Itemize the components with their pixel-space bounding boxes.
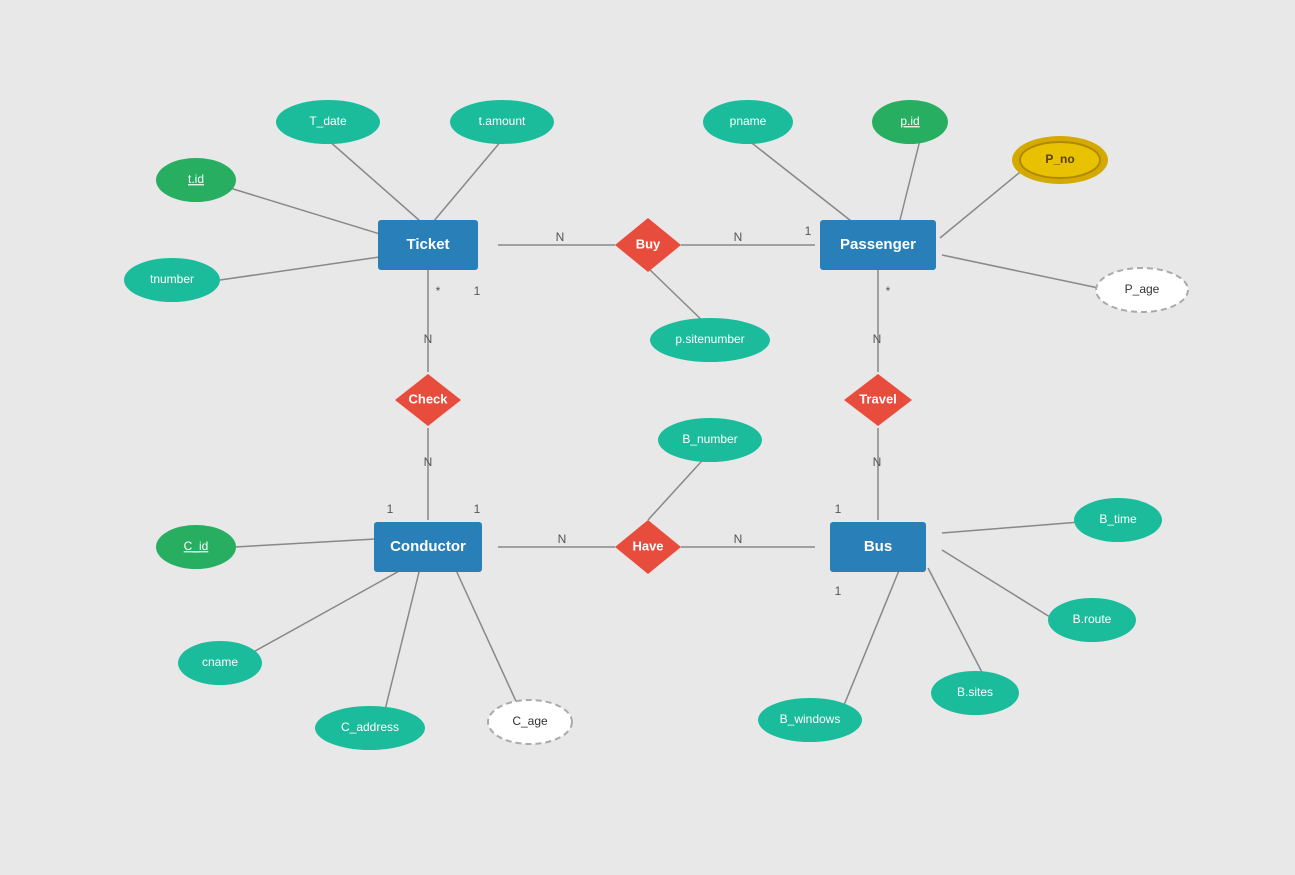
card-conductor-have-n: N	[558, 532, 567, 546]
card-have-bus-n: N	[734, 532, 743, 546]
attr-b-time-label: B_time	[1099, 512, 1137, 526]
entity-bus-label: Bus	[864, 538, 892, 555]
relation-buy-label: Buy	[636, 236, 661, 251]
card-travel-bus-n: N	[873, 455, 882, 469]
attr-cname-label: cname	[202, 655, 238, 669]
card-ticket-check-1: 1	[474, 284, 481, 298]
card-check-ticket-n: N	[424, 332, 433, 346]
card-passenger-buy-1: 1	[805, 224, 812, 238]
attr-p-sitenumber-label: p.sitenumber	[675, 332, 744, 346]
card-ticket-star: *	[436, 284, 441, 298]
attr-pname-label: pname	[730, 114, 767, 128]
card-travel-passenger-n: N	[873, 332, 882, 346]
card-check-conductor-n: N	[424, 455, 433, 469]
attr-p-id-label: p.id	[900, 114, 919, 128]
card-passenger-star: *	[886, 284, 891, 298]
card-conductor-1-right: 1	[474, 502, 481, 516]
attr-p-no-label: P_no	[1045, 152, 1074, 166]
attr-c-address-label: C_address	[341, 720, 399, 734]
entity-passenger-label: Passenger	[840, 236, 916, 253]
attr-t-id-label: t.id	[188, 172, 204, 186]
relation-have-label: Have	[632, 538, 663, 553]
card-ticket-buy-n: N	[556, 230, 565, 244]
attr-c-age-label: C_age	[512, 714, 548, 728]
attr-p-age-label: P_age	[1125, 282, 1160, 296]
attr-t-amount-label: t.amount	[479, 114, 526, 128]
entity-conductor-label: Conductor	[390, 538, 466, 555]
entity-ticket-label: Ticket	[406, 236, 449, 253]
relation-check-label: Check	[408, 391, 448, 406]
attr-t-date-label: T_date	[309, 114, 347, 128]
attr-b-windows-label: B_windows	[780, 712, 841, 726]
attr-b-number-label: B_number	[682, 432, 737, 446]
card-bus-1-bottom: 1	[835, 584, 842, 598]
er-diagram: Ticket Passenger Conductor Bus Buy Check…	[0, 0, 1295, 875]
card-conductor-1-left: 1	[387, 502, 394, 516]
attr-b-sites-label: B.sites	[957, 685, 993, 699]
card-buy-passenger-n: N	[734, 230, 743, 244]
attr-tnumber-label: tnumber	[150, 272, 194, 286]
attr-b-route-label: B.route	[1073, 612, 1112, 626]
attr-c-id-label: C_id	[184, 539, 209, 553]
card-bus-1-top: 1	[835, 502, 842, 516]
relation-travel-label: Travel	[859, 391, 897, 406]
